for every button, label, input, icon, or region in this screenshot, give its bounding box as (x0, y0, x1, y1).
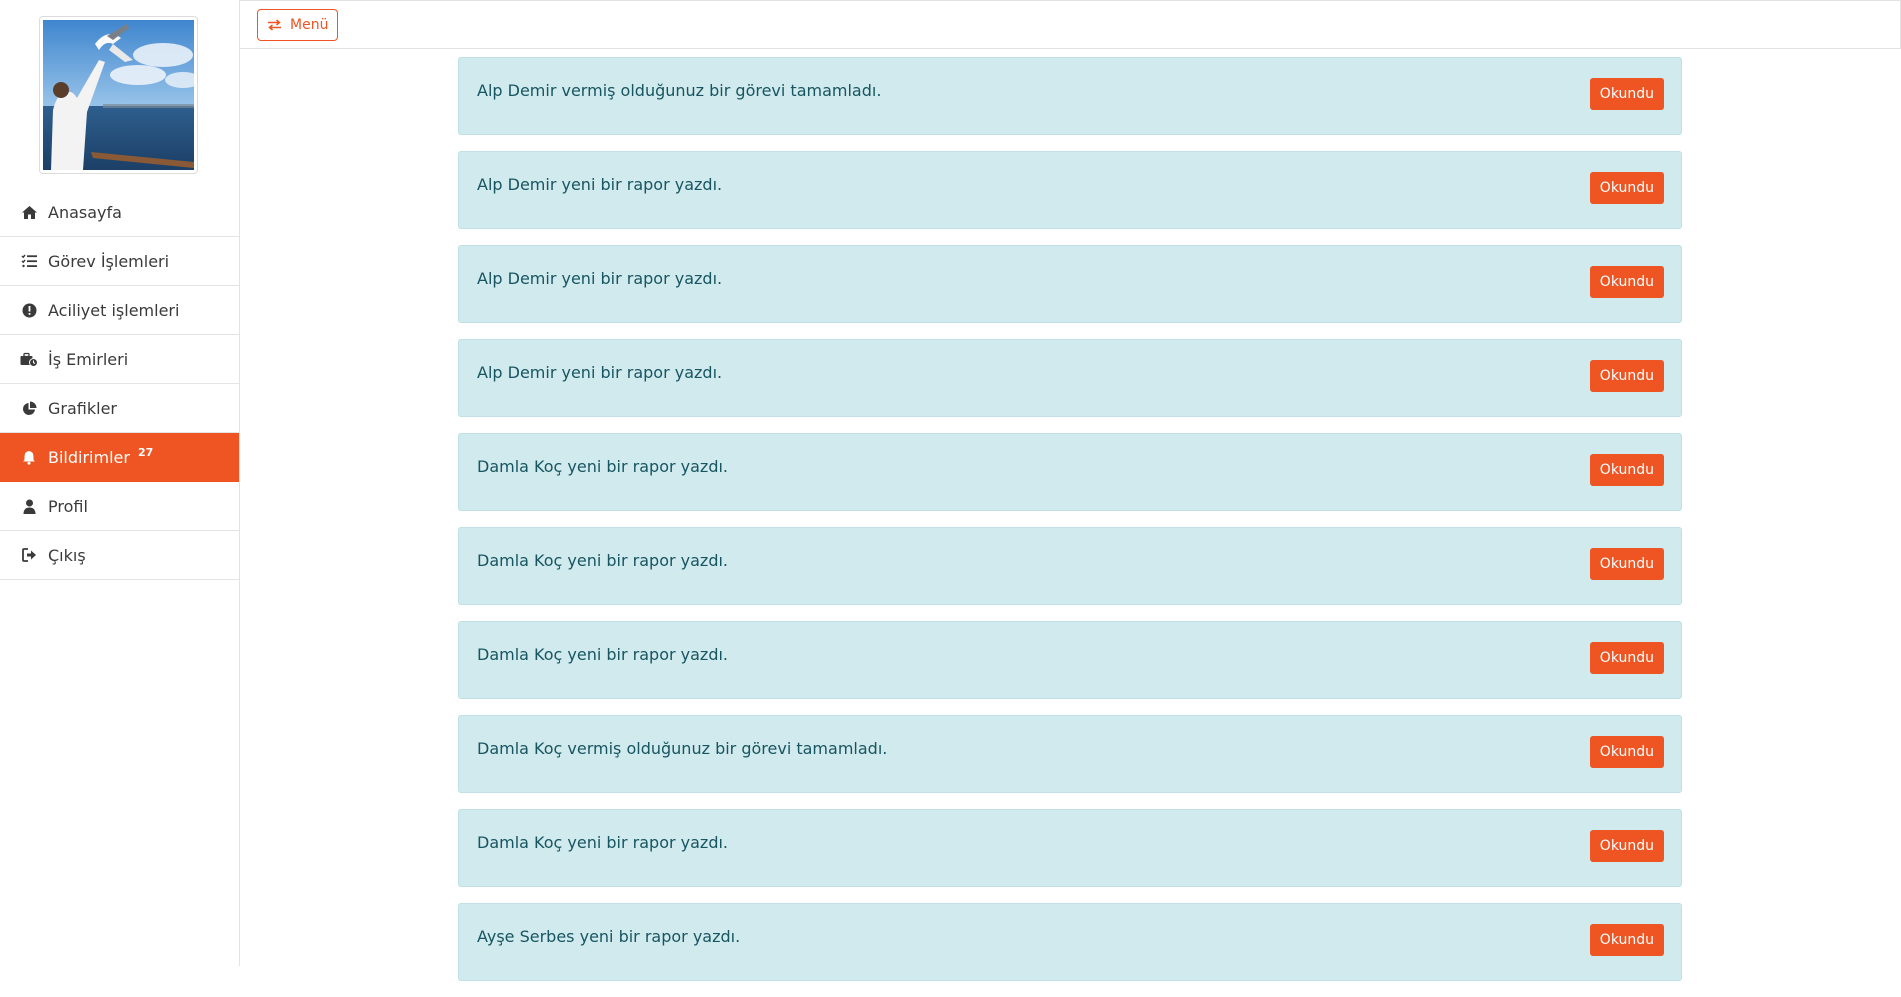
sidebar-item-label: Aciliyet işlemleri (48, 300, 180, 320)
mark-read-button[interactable]: Okundu (1589, 924, 1664, 956)
sidebar-item-label: Anasayfa (48, 202, 122, 222)
sidebar-item-label: Çıkış (48, 545, 86, 565)
mark-read-button[interactable]: Okundu (1589, 736, 1664, 768)
notification-text: Alp Demir yeni bir rapor yazdı. (477, 175, 723, 194)
notification-text: Damla Koç yeni bir rapor yazdı. (477, 645, 729, 664)
sidebar-item-bildirimler[interactable]: Bildirimler 27 (0, 433, 239, 482)
sidebar-item-label: Grafikler (48, 398, 117, 418)
top-bar: Menü (240, 0, 1901, 49)
home-icon (20, 203, 38, 221)
notification-item: Damla Koç vermiş olduğunuz bir görevi ta… (458, 715, 1682, 793)
notification-item: Ayşe Serbes yeni bir rapor yazdı. Okundu (458, 903, 1682, 981)
sidebar-item-grafikler[interactable]: Grafikler (0, 384, 239, 433)
mark-read-button[interactable]: Okundu (1589, 78, 1664, 110)
user-icon (20, 497, 38, 515)
notification-text: Damla Koç yeni bir rapor yazdı. (477, 551, 729, 570)
notification-text: Damla Koç vermiş olduğunuz bir görevi ta… (477, 739, 888, 758)
sidebar-item-is-emirleri[interactable]: İş Emirleri (0, 335, 239, 384)
notification-text: Ayşe Serbes yeni bir rapor yazdı. (477, 927, 741, 946)
notification-item: Damla Koç yeni bir rapor yazdı. Okundu (458, 809, 1682, 887)
sidebar: Anasayfa Görev İşlemleri Aciliyet işleml… (0, 0, 240, 966)
notification-text: Damla Koç yeni bir rapor yazdı. (477, 457, 729, 476)
notification-item: Alp Demir vermiş olduğunuz bir görevi ta… (458, 57, 1682, 135)
sidebar-item-cikis[interactable]: Çıkış (0, 531, 239, 580)
exchange-icon (267, 19, 282, 31)
notification-item: Alp Demir yeni bir rapor yazdı. Okundu (458, 151, 1682, 229)
bell-icon (20, 448, 38, 466)
pie-chart-icon (20, 399, 38, 417)
sidebar-item-profil[interactable]: Profil (0, 482, 239, 531)
sign-out-icon (20, 546, 38, 564)
avatar (39, 16, 198, 174)
sidebar-item-aciliyet-islemleri[interactable]: Aciliyet işlemleri (0, 286, 239, 335)
notification-text: Alp Demir yeni bir rapor yazdı. (477, 363, 723, 382)
notification-item: Damla Koç yeni bir rapor yazdı. Okundu (458, 433, 1682, 511)
sidebar-item-label: Profil (48, 496, 88, 516)
mark-read-button[interactable]: Okundu (1589, 172, 1664, 204)
notification-text: Damla Koç yeni bir rapor yazdı. (477, 833, 729, 852)
sidebar-item-anasayfa[interactable]: Anasayfa (0, 188, 239, 237)
notification-text: Alp Demir vermiş olduğunuz bir görevi ta… (477, 81, 882, 100)
sidebar-nav: Anasayfa Görev İşlemleri Aciliyet işleml… (0, 188, 239, 580)
notification-list: Alp Demir vermiş olduğunuz bir görevi ta… (458, 57, 1682, 997)
notification-text: Alp Demir yeni bir rapor yazdı. (477, 269, 723, 288)
menu-toggle-button[interactable]: Menü (257, 9, 339, 41)
mark-read-button[interactable]: Okundu (1589, 454, 1664, 486)
mark-read-button[interactable]: Okundu (1589, 266, 1664, 298)
mark-read-button[interactable]: Okundu (1589, 642, 1664, 674)
sidebar-item-gorev-islemleri[interactable]: Görev İşlemleri (0, 237, 239, 286)
notification-item: Alp Demir yeni bir rapor yazdı. Okundu (458, 339, 1682, 417)
mark-read-button[interactable]: Okundu (1589, 360, 1664, 392)
exclamation-circle-icon (20, 301, 38, 319)
sidebar-item-label: İş Emirleri (48, 349, 129, 369)
notification-item: Damla Koç yeni bir rapor yazdı. Okundu (458, 527, 1682, 605)
notification-item: Damla Koç yeni bir rapor yazdı. Okundu (458, 621, 1682, 699)
mark-read-button[interactable]: Okundu (1589, 548, 1664, 580)
list-check-icon (20, 252, 38, 270)
briefcase-clock-icon (20, 350, 38, 368)
mark-read-button[interactable]: Okundu (1589, 830, 1664, 862)
notification-count-badge: 27 (137, 445, 154, 459)
avatar-image (43, 20, 194, 170)
menu-toggle-label: Menü (290, 17, 329, 33)
sidebar-item-label: Görev İşlemleri (48, 251, 170, 271)
notification-item: Alp Demir yeni bir rapor yazdı. Okundu (458, 245, 1682, 323)
sidebar-item-label: Bildirimler (48, 447, 130, 467)
